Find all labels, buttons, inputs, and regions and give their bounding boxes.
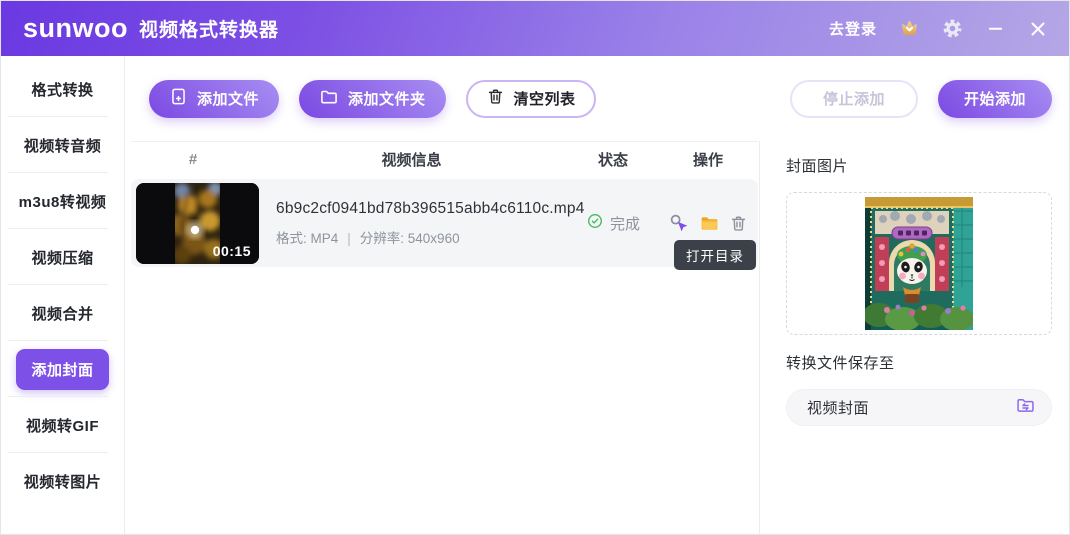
add-file-button[interactable]: 添加文件 xyxy=(149,80,279,118)
cover-image-preview xyxy=(865,197,973,330)
video-thumbnail[interactable]: 00:15 xyxy=(136,183,259,264)
cursor-click-icon[interactable] xyxy=(669,213,690,234)
video-format: 格式: MP4 xyxy=(276,231,338,246)
file-list-area: # 视频信息 状态 操作 xyxy=(125,141,759,535)
clear-list-button[interactable]: 清空列表 xyxy=(466,80,596,118)
sidebar-item-video-to-gif[interactable]: 视频转GIF xyxy=(1,397,124,453)
cover-image-label: 封面图片 xyxy=(786,155,1052,176)
column-status: 状态 xyxy=(568,149,658,170)
table-row[interactable]: 00:15 6b9c2cf0941bd78b396515abb4c6110c.m… xyxy=(131,179,758,267)
titlebar-actions: 去登录 xyxy=(829,17,1049,40)
app-title: 视频格式转换器 xyxy=(139,15,279,42)
add-folder-icon xyxy=(319,87,339,111)
sidebar-item-add-cover[interactable]: 添加封面 xyxy=(1,341,124,397)
sidebar-item-format-convert[interactable]: 格式转换 xyxy=(1,61,124,117)
open-directory-tooltip: 打开目录 xyxy=(674,240,756,270)
sidebar-item-video-merge[interactable]: 视频合并 xyxy=(1,285,124,341)
save-path-field[interactable]: 视频封面 xyxy=(786,389,1052,426)
save-path-value: 视频封面 xyxy=(807,397,1015,418)
vip-crown-icon[interactable] xyxy=(898,17,921,40)
titlebar: sunwoo 视频格式转换器 去登录 xyxy=(1,1,1069,56)
video-resolution: 分辨率: 540x960 xyxy=(360,231,460,246)
sidebar-item-video-to-image[interactable]: 视频转图片 xyxy=(1,453,124,509)
stop-add-button[interactable]: 停止添加 xyxy=(790,80,918,118)
video-meta: 格式: MP4|分辨率: 540x960 xyxy=(276,227,568,247)
login-link[interactable]: 去登录 xyxy=(829,18,877,39)
sidebar-item-video-to-audio[interactable]: 视频转音频 xyxy=(1,117,124,173)
add-file-icon xyxy=(169,87,188,110)
open-folder-icon[interactable] xyxy=(699,213,720,234)
save-to-label: 转换文件保存至 xyxy=(786,352,1052,373)
column-index: # xyxy=(131,151,255,168)
toolbar: 添加文件 添加文件夹 xyxy=(125,56,1069,141)
operations-cell xyxy=(658,213,758,234)
trash-icon xyxy=(486,87,505,110)
cover-panel: 封面图片 xyxy=(759,141,1069,535)
video-filename: 6b9c2cf0941bd78b396515abb4c6110c.mp4 xyxy=(276,200,568,218)
column-operations: 操作 xyxy=(658,149,758,170)
settings-gear-icon[interactable] xyxy=(942,18,963,39)
check-circle-icon xyxy=(586,212,604,235)
main-area: 添加文件 添加文件夹 xyxy=(125,56,1069,535)
delete-trash-icon[interactable] xyxy=(729,214,748,233)
sidebar-item-video-compress[interactable]: 视频压缩 xyxy=(1,229,124,285)
start-add-button[interactable]: 开始添加 xyxy=(938,80,1052,118)
cover-image-dropzone[interactable] xyxy=(786,192,1052,335)
add-folder-button[interactable]: 添加文件夹 xyxy=(299,80,446,118)
status-badge: 完成 xyxy=(610,213,640,234)
status-cell: 完成 xyxy=(568,212,658,235)
app-window: sunwoo 视频格式转换器 去登录 xyxy=(0,0,1070,535)
sidebar-item-m3u8-to-video[interactable]: m3u8转视频 xyxy=(1,173,124,229)
video-info: 6b9c2cf0941bd78b396515abb4c6110c.mp4 格式:… xyxy=(276,200,568,247)
sidebar: 格式转换 视频转音频 m3u8转视频 视频压缩 视频合并 添加封面 视频转GIF… xyxy=(1,56,125,535)
video-duration: 00:15 xyxy=(213,243,251,259)
column-video-info: 视频信息 xyxy=(255,149,568,170)
minimize-icon[interactable] xyxy=(984,18,1006,40)
close-icon[interactable] xyxy=(1027,18,1049,40)
folder-transfer-icon[interactable] xyxy=(1015,395,1036,421)
table-header: # 视频信息 状态 操作 xyxy=(131,141,758,177)
brand-logo: sunwoo xyxy=(23,15,128,42)
